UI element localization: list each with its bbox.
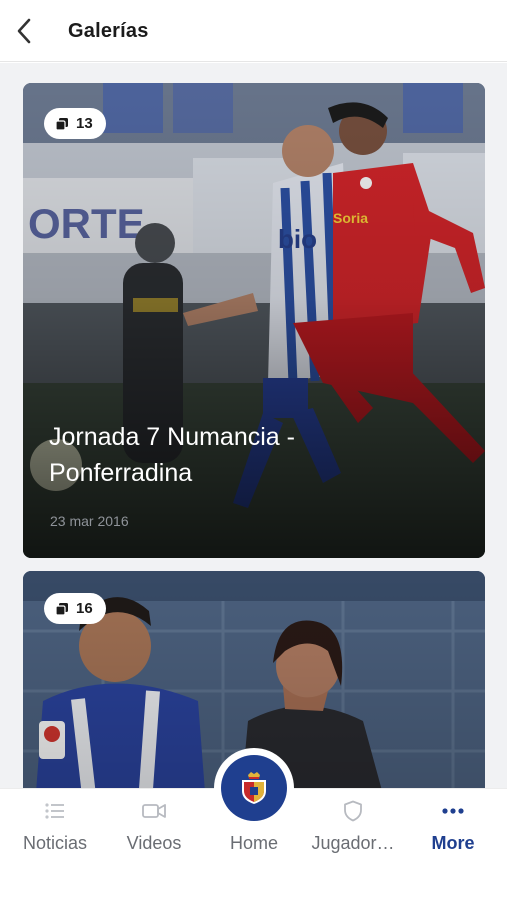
more-dots-icon [441, 799, 465, 823]
list-icon [43, 799, 67, 823]
tab-label: Home [229, 833, 278, 853]
tab-label: More [431, 833, 475, 853]
gallery-title: Jornada 7 Numancia - Ponferradina [49, 423, 295, 487]
gallery-feed[interactable]: ORTE bio Soria [0, 63, 507, 788]
tab-label: Noticias [22, 833, 88, 853]
photo-count: 16 [76, 600, 93, 617]
tab-jugadores[interactable]: Jugador… [304, 789, 402, 869]
photo-count-badge: 13 [44, 108, 106, 139]
photo-count: 13 [76, 115, 93, 132]
chevron-left-icon [17, 18, 31, 44]
home-button[interactable] [221, 755, 287, 821]
photos-stack-icon [56, 117, 68, 130]
photo-count-badge: 16 [44, 593, 106, 624]
tab-noticias[interactable]: Noticias [10, 789, 100, 869]
gallery-date: 23 mar 2016 [50, 513, 129, 529]
page-title: Galerías [68, 20, 149, 42]
tab-more[interactable]: More [410, 789, 496, 869]
tab-label: Jugador… [311, 833, 395, 853]
club-crest-icon [242, 772, 266, 804]
video-camera-icon [142, 799, 166, 823]
tab-label: Videos [126, 833, 182, 853]
tab-videos[interactable]: Videos [112, 789, 196, 869]
photos-stack-icon [56, 602, 68, 615]
shield-icon [341, 799, 365, 823]
back-button[interactable] [8, 14, 42, 48]
top-app-bar: Galerías [0, 0, 507, 62]
gallery-card[interactable]: ORTE bio Soria [23, 83, 485, 558]
